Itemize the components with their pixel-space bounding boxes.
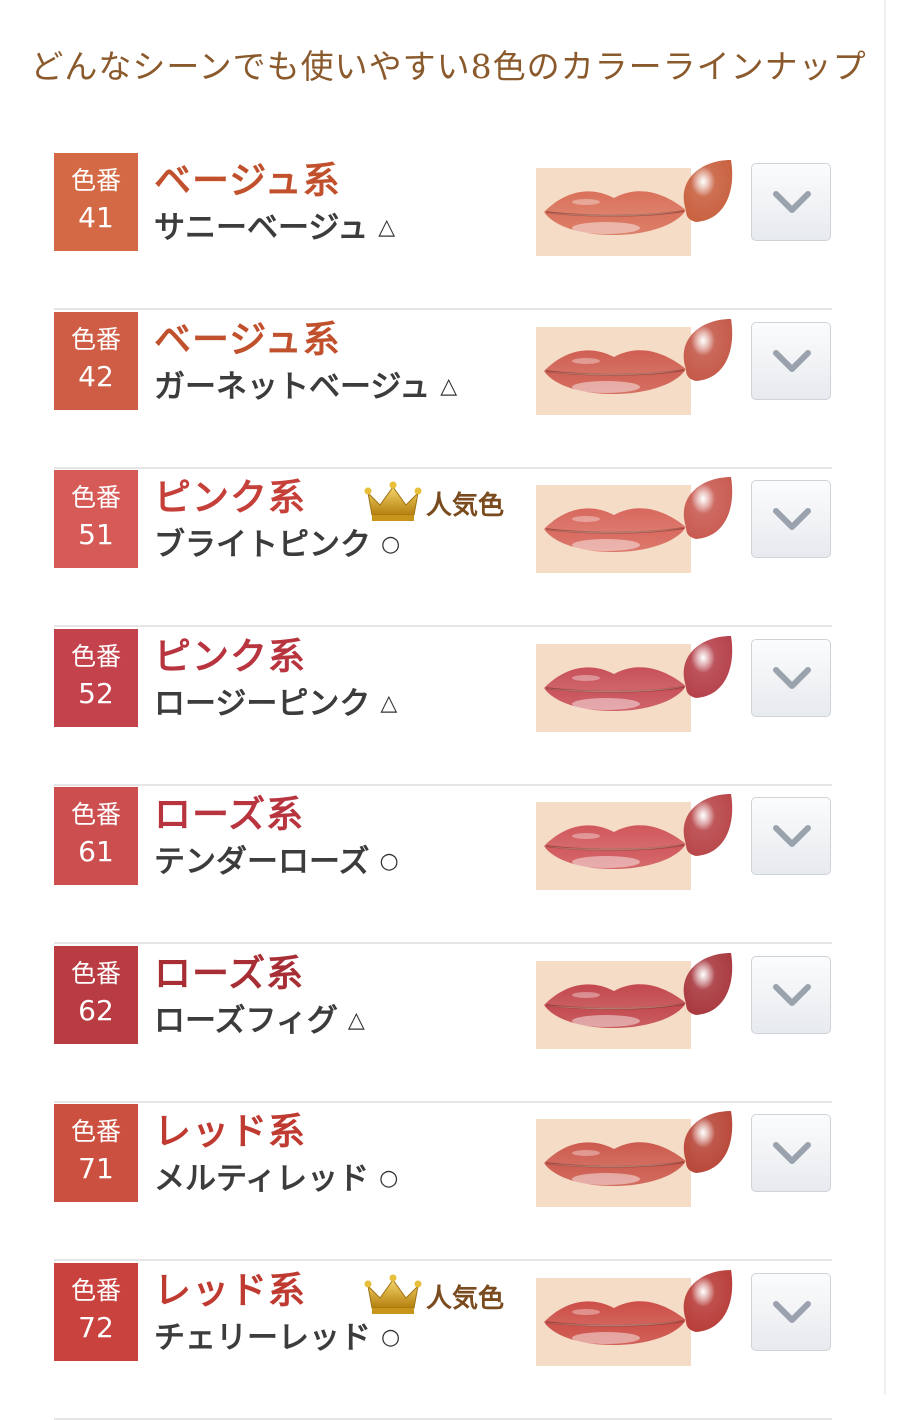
shade-number-badge: 色番 42 bbox=[54, 312, 138, 410]
shade-row-71: 色番 71 レッド系 メルティレッド ○ bbox=[54, 1103, 832, 1261]
shade-name-line: メルティレッド ○ bbox=[154, 1153, 398, 1198]
expand-button[interactable] bbox=[751, 163, 831, 241]
chevron-down-icon bbox=[773, 508, 811, 530]
color-family: ローズ系 bbox=[154, 793, 305, 836]
rating-mark: ○ bbox=[381, 1325, 401, 1350]
shade-name: ガーネットベージュ bbox=[154, 369, 431, 405]
chevron-down-icon bbox=[773, 1301, 811, 1323]
shade-name: テンダーローズ bbox=[154, 844, 370, 880]
color-family: ローズ系 bbox=[154, 952, 305, 995]
shade-name: ローズフィグ bbox=[154, 1003, 338, 1039]
shade-number: 62 bbox=[78, 994, 114, 1027]
lip-swatch-image bbox=[536, 319, 736, 417]
shade-row-41: 色番 41 ベージュ系 サニーベージュ △ bbox=[54, 152, 832, 310]
expand-button[interactable] bbox=[751, 639, 831, 717]
shade-name: ロージーピンク bbox=[154, 686, 371, 722]
badge-label: 色番 bbox=[70, 642, 121, 671]
popular-label: 人気色 bbox=[426, 1284, 505, 1314]
shade-name: サニーベージュ bbox=[154, 210, 369, 246]
chevron-down-icon bbox=[773, 350, 811, 372]
shade-number: 72 bbox=[78, 1311, 114, 1344]
color-family: ベージュ系 bbox=[154, 318, 341, 361]
shade-name-line: ロージーピンク △ bbox=[154, 678, 397, 723]
shade-name-line: ガーネットベージュ △ bbox=[154, 361, 457, 406]
crown-icon bbox=[364, 1274, 422, 1314]
color-family: ピンク系 bbox=[154, 635, 306, 678]
shade-name: ブライトピンク bbox=[154, 527, 371, 563]
lip-swatch-image bbox=[536, 1270, 736, 1368]
shade-number-badge: 色番 52 bbox=[54, 629, 138, 727]
chevron-down-icon bbox=[773, 825, 811, 847]
shade-name-line: ブライトピンク ○ bbox=[154, 519, 400, 564]
rating-mark: △ bbox=[347, 1008, 365, 1033]
shade-row-62: 色番 62 ローズ系 ローズフィグ △ bbox=[54, 945, 832, 1103]
color-family: レッド系 bbox=[154, 1110, 306, 1153]
rating-mark: △ bbox=[440, 374, 458, 399]
shade-number-badge: 色番 51 bbox=[54, 470, 138, 568]
crown-icon bbox=[364, 481, 422, 521]
color-family: ベージュ系 bbox=[154, 159, 341, 202]
page-title: どんなシーンでも使いやすい8色のカラーラインナップ bbox=[30, 47, 867, 86]
shade-number-badge: 色番 61 bbox=[54, 787, 138, 885]
popular-label: 人気色 bbox=[426, 491, 505, 521]
shade-number: 61 bbox=[78, 835, 114, 868]
badge-label: 色番 bbox=[70, 800, 121, 829]
shade-number: 71 bbox=[78, 1152, 114, 1185]
badge-label: 色番 bbox=[70, 325, 121, 354]
rating-mark: ○ bbox=[381, 532, 401, 557]
shade-row-72: 色番 72 レッド系 チェリーレッド ○ 人気色 bbox=[54, 1262, 832, 1420]
chevron-down-icon bbox=[773, 1142, 811, 1164]
badge-label: 色番 bbox=[70, 483, 121, 512]
shade-number-badge: 色番 41 bbox=[54, 153, 138, 251]
shade-number: 41 bbox=[78, 201, 114, 234]
rating-mark: ○ bbox=[379, 849, 399, 874]
expand-button[interactable] bbox=[751, 797, 831, 875]
lip-swatch-image bbox=[536, 1111, 736, 1209]
shade-row-51: 色番 51 ピンク系 ブライトピンク ○ 人気色 bbox=[54, 469, 832, 627]
expand-button[interactable] bbox=[751, 1273, 831, 1351]
shade-name: チェリーレッド bbox=[154, 1320, 371, 1356]
shade-name-line: サニーベージュ △ bbox=[154, 202, 395, 247]
popular-badge: 人気色 bbox=[364, 479, 524, 523]
rating-mark: ○ bbox=[379, 1166, 399, 1191]
chevron-down-icon bbox=[773, 667, 811, 689]
shade-row-42: 色番 42 ベージュ系 ガーネットベージュ △ bbox=[54, 311, 832, 469]
shade-row-52: 色番 52 ピンク系 ロージーピンク △ bbox=[54, 628, 832, 786]
page-edge bbox=[884, 0, 886, 1395]
popular-badge: 人気色 bbox=[364, 1272, 524, 1316]
color-family: ピンク系 bbox=[154, 476, 306, 519]
expand-button[interactable] bbox=[751, 1114, 831, 1192]
rating-mark: △ bbox=[380, 691, 398, 716]
lip-swatch-image bbox=[536, 477, 736, 575]
shade-number: 52 bbox=[78, 677, 114, 710]
chevron-down-icon bbox=[773, 984, 811, 1006]
rating-mark: △ bbox=[378, 215, 396, 240]
shade-number-badge: 色番 71 bbox=[54, 1104, 138, 1202]
lip-swatch-image bbox=[536, 160, 736, 258]
badge-label: 色番 bbox=[70, 1276, 121, 1305]
expand-button[interactable] bbox=[751, 956, 831, 1034]
shade-name-line: チェリーレッド ○ bbox=[154, 1312, 400, 1357]
lip-swatch-image bbox=[536, 794, 736, 892]
shade-name-line: テンダーローズ ○ bbox=[154, 836, 399, 881]
shade-name: メルティレッド bbox=[154, 1161, 370, 1197]
badge-label: 色番 bbox=[70, 1117, 121, 1146]
expand-button[interactable] bbox=[751, 322, 831, 400]
color-family: レッド系 bbox=[154, 1269, 306, 1312]
shade-name-line: ローズフィグ △ bbox=[154, 995, 365, 1040]
expand-button[interactable] bbox=[751, 480, 831, 558]
shade-number-badge: 色番 62 bbox=[54, 946, 138, 1044]
badge-label: 色番 bbox=[70, 959, 121, 988]
shade-number: 51 bbox=[78, 518, 114, 551]
lip-swatch-image bbox=[536, 636, 736, 734]
shade-number-badge: 色番 72 bbox=[54, 1263, 138, 1361]
badge-label: 色番 bbox=[70, 166, 121, 195]
shade-number: 42 bbox=[78, 360, 114, 393]
lip-swatch-image bbox=[536, 953, 736, 1051]
chevron-down-icon bbox=[773, 191, 811, 213]
shade-row-61: 色番 61 ローズ系 テンダーローズ ○ bbox=[54, 786, 832, 944]
